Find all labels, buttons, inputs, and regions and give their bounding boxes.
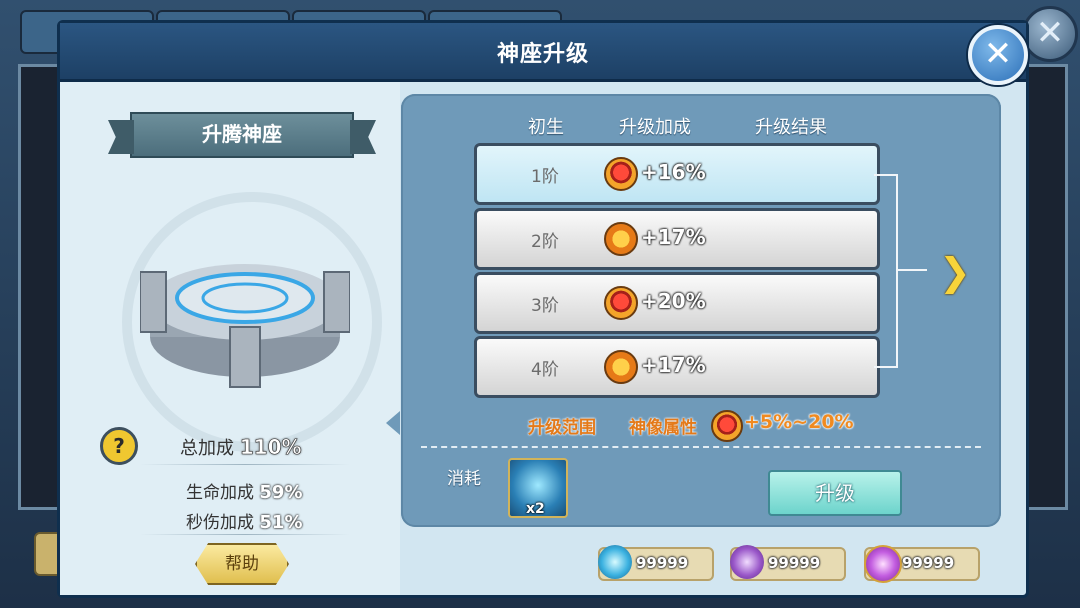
bracket-stem bbox=[897, 269, 927, 271]
close-button[interactable]: ✕ bbox=[968, 25, 1028, 85]
currency-value: 99999 bbox=[768, 554, 821, 572]
tier-row-3[interactable]: 3阶 +20% bbox=[474, 272, 880, 334]
attribute-range: +5%~20% bbox=[744, 411, 854, 433]
sword-gem-icon bbox=[604, 350, 638, 384]
divider bbox=[140, 464, 350, 465]
background-close-icon: ✕ bbox=[1022, 6, 1078, 62]
purple-gem-icon bbox=[864, 545, 902, 583]
blue-crystal-icon bbox=[598, 545, 632, 579]
info-question-icon[interactable]: ? bbox=[100, 427, 138, 465]
column-header-result: 升级结果 bbox=[755, 117, 827, 138]
upgrade-dialog: 神座升级 ✕ 升腾神座 ? 总加成 110% 生命加成 59% 秒伤加成 51% bbox=[57, 20, 1029, 598]
tier-label: 3阶 bbox=[531, 296, 559, 316]
stat-label: 秒伤加成 bbox=[186, 513, 254, 533]
currency-purple-crystal: 99999 bbox=[730, 545, 846, 581]
sword-gem-icon bbox=[604, 222, 638, 256]
tier-bracket bbox=[874, 174, 898, 368]
stat-row: 生命加成 59% bbox=[186, 478, 303, 503]
help-button[interactable]: 帮助 bbox=[195, 543, 289, 585]
total-bonus-label: 总加成 bbox=[180, 438, 234, 459]
total-bonus-value: 110% bbox=[239, 435, 302, 460]
currency-purple-gem: 99999 bbox=[864, 545, 980, 583]
throne-name-ribbon: 升腾神座 bbox=[130, 112, 354, 158]
purple-crystal-icon bbox=[730, 545, 764, 579]
tier-value: +17% bbox=[641, 225, 706, 249]
currency-value: 99999 bbox=[902, 554, 955, 572]
cost-quantity: x2 bbox=[526, 501, 545, 517]
tier-value: +16% bbox=[641, 160, 706, 184]
chevron-right-icon[interactable]: ❯ bbox=[939, 250, 971, 294]
throne-preview-panel: 升腾神座 ? 总加成 110% 生命加成 59% 秒伤加成 51% 帮助 bbox=[60, 82, 400, 595]
upgrade-button[interactable]: 升级 bbox=[768, 470, 902, 516]
currency-blue-crystal: 99999 bbox=[598, 545, 714, 581]
throne-pedestal-icon bbox=[140, 264, 350, 388]
stat-label: 生命加成 bbox=[186, 483, 254, 503]
column-header-bonus: 升级加成 bbox=[619, 117, 691, 138]
panel-pointer bbox=[386, 411, 400, 435]
stat-value: 51% bbox=[259, 512, 303, 533]
cost-label: 消耗 bbox=[447, 469, 481, 489]
column-header-initial: 初生 bbox=[528, 117, 564, 138]
dashed-divider bbox=[421, 446, 981, 448]
divider bbox=[140, 534, 350, 535]
tier-label: 1阶 bbox=[531, 167, 559, 187]
stat-row: 秒伤加成 51% bbox=[186, 508, 303, 533]
total-bonus: 总加成 110% bbox=[180, 434, 302, 460]
tier-row-2[interactable]: 2阶 +17% bbox=[474, 208, 880, 270]
heart-gem-icon bbox=[711, 410, 743, 442]
dialog-title: 神座升级 bbox=[496, 42, 589, 67]
tier-row-1[interactable]: 1阶 +16% bbox=[474, 143, 880, 205]
tier-value: +20% bbox=[641, 289, 706, 313]
dialog-header: 神座升级 ✕ bbox=[60, 23, 1028, 85]
attribute-label: 神像属性 bbox=[629, 418, 697, 438]
tier-value: +17% bbox=[641, 353, 706, 377]
heart-gem-icon bbox=[604, 157, 638, 191]
tier-label: 4阶 bbox=[531, 360, 559, 380]
currency-value: 99999 bbox=[636, 554, 689, 572]
tier-row-4[interactable]: 4阶 +17% bbox=[474, 336, 880, 398]
stat-value: 59% bbox=[259, 482, 303, 503]
upgrade-info-panel: 初生 升级加成 升级结果 1阶 +16% 2阶 +17% 3阶 +20% 4阶 … bbox=[401, 94, 1001, 527]
tier-label: 2阶 bbox=[531, 232, 559, 252]
range-label: 升级范围 bbox=[528, 418, 596, 438]
heart-gem-icon bbox=[604, 286, 638, 320]
